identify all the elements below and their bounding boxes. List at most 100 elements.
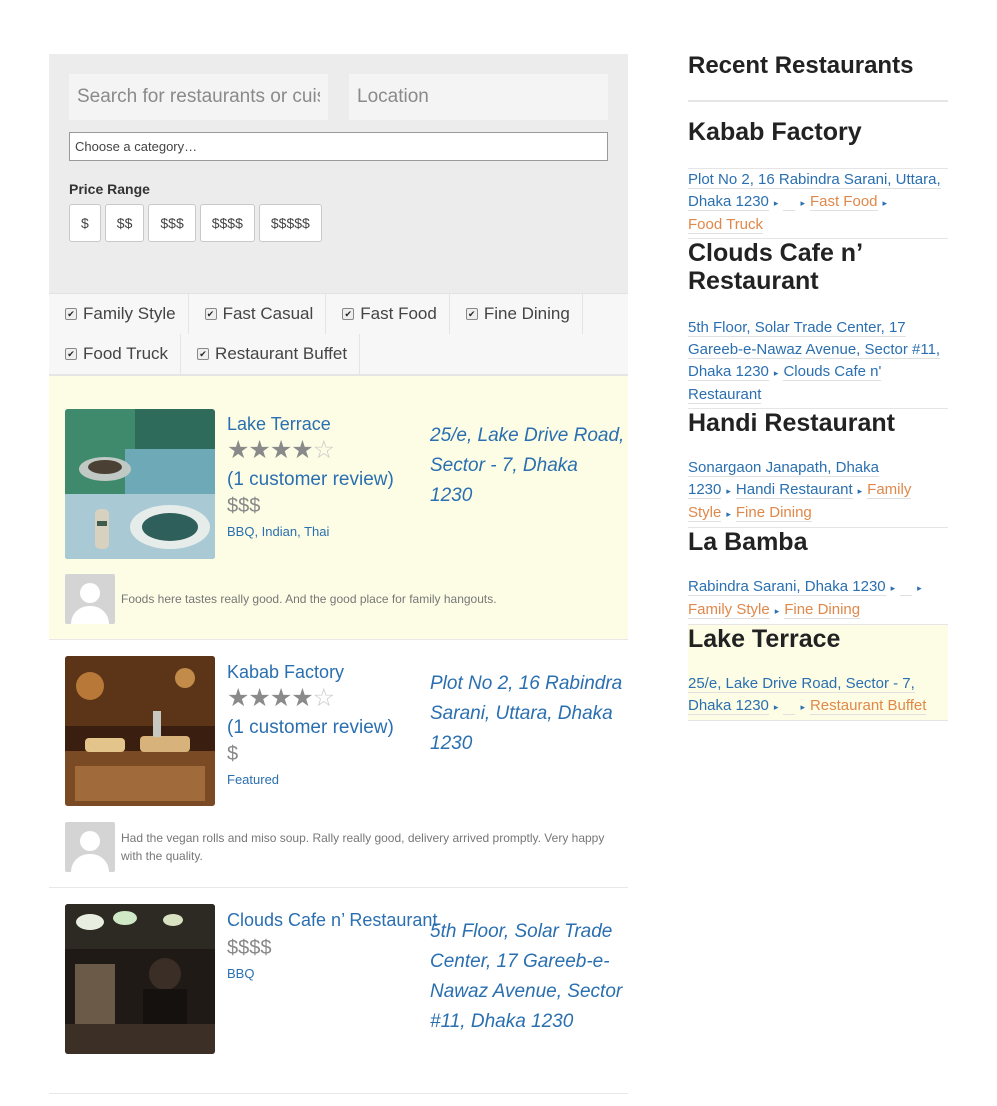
recent-name-link[interactable]: Handi Restaurant: [688, 409, 948, 437]
type-label: Family Style: [83, 304, 176, 323]
triangle-right-icon: ▸: [773, 702, 779, 712]
listing-price: $$$$: [227, 937, 272, 959]
category-select[interactable]: Choose a category…: [69, 132, 608, 161]
listing-address[interactable]: 25/e, Lake Drive Road, Sector - 7, Dhaka…: [430, 421, 625, 511]
listing-thumbnail[interactable]: [65, 656, 215, 806]
location-input[interactable]: [349, 74, 608, 120]
price-button-2[interactable]: $$: [104, 204, 145, 242]
review-count-link[interactable]: (1 customer review): [227, 717, 437, 739]
recent-tag-link[interactable]: Restaurant Buffet: [809, 697, 927, 715]
star-icon: ★★★★: [227, 436, 314, 464]
star-empty-icon: ☆: [312, 436, 335, 464]
listing-categories[interactable]: BBQ: [227, 966, 437, 981]
listing-item: Kabab Factory ★★★★☆ (1 customer review) …: [49, 640, 628, 888]
listing-categories[interactable]: BBQ, Indian, Thai: [227, 524, 437, 539]
avatar: [65, 822, 115, 872]
recent-name-link[interactable]: Clouds Cafe n’ Restaurant: [688, 239, 948, 295]
check-icon[interactable]: ✔: [465, 308, 478, 320]
triangle-right-icon: ▸: [774, 606, 780, 616]
recent-meta: Sonargaon Janapath, Dhaka 1230 ▸ Handi Res…: [688, 457, 948, 528]
triangle-right-icon: ▸: [882, 198, 888, 208]
search-filters: Choose a category… Price Range $ $$ $$$ …: [49, 54, 628, 293]
recent-meta: Plot No 2, 16 Rabindra Sarani, Uttara, D…: [688, 168, 948, 239]
recent-empty-link[interactable]: [783, 193, 796, 211]
type-fast-casual[interactable]: ✔ Fast Casual: [189, 294, 327, 334]
star-rating: ★★★★☆: [227, 437, 437, 463]
review-count-link[interactable]: (1 customer review): [227, 469, 437, 491]
listing-price: $$$: [227, 495, 261, 517]
listing-address[interactable]: Plot No 2, 16 Rabindra Sarani, Uttara, D…: [430, 669, 625, 759]
triangle-right-icon: ▸: [800, 702, 805, 712]
triangle-right-icon: ▸: [726, 509, 731, 519]
listing-thumbnail[interactable]: [65, 904, 215, 1054]
triangle-right-icon: ▸: [857, 486, 863, 496]
recent-tag-link[interactable]: Fine Dining: [784, 601, 861, 619]
search-input[interactable]: [69, 74, 328, 120]
listing-info: Lake Terrace ★★★★☆ (1 customer review) $…: [227, 414, 437, 539]
price-button-1[interactable]: $: [69, 204, 101, 242]
recent-address-link[interactable]: Rabindra Sarani, Dhaka 1230: [688, 578, 886, 596]
recent-meta: 5th Floor, Solar Trade Center, 17 Gareeb…: [688, 317, 948, 409]
type-food-truck[interactable]: ✔ Food Truck: [49, 334, 182, 374]
type-restaurant-buffet[interactable]: ✔ Restaurant Buffet: [181, 334, 361, 374]
type-fast-food[interactable]: ✔ Fast Food: [326, 294, 450, 334]
recent-item: Kabab Factory Plot No 2, 16 Rabindra Sar…: [688, 102, 948, 239]
price-range-label: Price Range: [69, 181, 150, 197]
recent-restaurants-widget: Recent Restaurants Kabab Factory Plot No…: [688, 52, 948, 721]
triangle-right-icon: ▸: [726, 486, 731, 496]
review-text: Foods here tastes really good. And the g…: [121, 592, 497, 606]
check-icon[interactable]: ✔: [65, 348, 77, 360]
recent-item: La Bamba Rabindra Sarani, Dhaka 1230 ▸ ▸ Fa…: [688, 528, 948, 625]
triangle-right-icon: ▸: [917, 583, 922, 593]
check-icon[interactable]: ✔: [204, 308, 217, 320]
listing-categories[interactable]: Featured: [227, 772, 437, 787]
recent-name-link[interactable]: La Bamba: [688, 528, 948, 556]
check-icon[interactable]: ✔: [197, 348, 210, 360]
recent-meta: Rabindra Sarani, Dhaka 1230 ▸ ▸ Family Styl…: [688, 576, 948, 625]
widget-title: Recent Restaurants: [688, 52, 948, 102]
listing-item: Lake Terrace ★★★★☆ (1 customer review) $…: [49, 376, 628, 640]
recent-tag-link[interactable]: Food Truck: [688, 216, 764, 234]
type-filter-list: ✔ Family Style ✔ Fast Casual ✔ Fast Food ✔ F…: [49, 293, 628, 376]
latest-review: Had the vegan rolls and miso soup. Rally…: [65, 822, 605, 872]
star-rating: ★★★★☆: [227, 685, 437, 711]
recent-empty-link[interactable]: [783, 697, 796, 715]
check-icon[interactable]: ✔: [65, 308, 77, 320]
recent-tag-link[interactable]: Family Style: [688, 601, 770, 619]
recent-name-link[interactable]: Lake Terrace: [688, 625, 948, 653]
recent-category-link[interactable]: Handi Restaurant: [735, 481, 853, 499]
listing-item: Clouds Cafe n’ Restaurant $$$$ BBQ 5th F…: [49, 888, 628, 1094]
price-button-5[interactable]: $$$$$: [258, 204, 322, 242]
star-empty-icon: ☆: [312, 684, 335, 712]
type-label: Fine Dining: [483, 304, 570, 323]
type-label: Restaurant Buffet: [215, 344, 348, 363]
review-text: Had the vegan rolls and miso soup. Rally…: [121, 831, 605, 863]
avatar: [65, 574, 115, 624]
recent-tag-link[interactable]: Fast Food: [809, 193, 878, 211]
recent-empty-link[interactable]: [900, 578, 913, 596]
listing-info: Clouds Cafe n’ Restaurant $$$$ BBQ: [227, 910, 437, 981]
food-table-image: [65, 409, 215, 559]
listing-name-link[interactable]: Clouds Cafe n’ Restaurant: [227, 910, 437, 931]
triangle-right-icon: ▸: [800, 198, 805, 208]
listing-address[interactable]: 5th Floor, Solar Trade Center, 17 Gareeb…: [430, 917, 625, 1037]
price-button-3[interactable]: $$$: [148, 204, 196, 242]
listing-thumbnail[interactable]: [65, 409, 215, 559]
listing-name-link[interactable]: Kabab Factory: [227, 662, 437, 683]
type-fine-dining[interactable]: ✔ Fine Dining: [450, 294, 583, 334]
latest-review: Foods here tastes really good. And the g…: [65, 574, 605, 624]
food-counter-image: [65, 656, 215, 806]
recent-tag-link[interactable]: Fine Dining: [735, 504, 812, 522]
cafe-interior-image: [65, 904, 215, 1054]
recent-item: Lake Terrace 25/e, Lake Drive Road, Sect…: [688, 625, 948, 721]
recent-name-link[interactable]: Kabab Factory: [688, 118, 948, 146]
listing-price: $: [227, 743, 239, 765]
price-button-4[interactable]: $$$$: [199, 204, 255, 242]
type-label: Fast Casual: [222, 304, 314, 323]
recent-meta: 25/e, Lake Drive Road, Sector - 7, Dhaka…: [688, 673, 948, 721]
listing-name-link[interactable]: Lake Terrace: [227, 414, 437, 435]
recent-item: Clouds Cafe n’ Restaurant 5th Floor, Sol…: [688, 239, 948, 409]
type-family-style[interactable]: ✔ Family Style: [49, 294, 189, 334]
triangle-right-icon: ▸: [890, 583, 896, 593]
check-icon[interactable]: ✔: [342, 308, 355, 320]
